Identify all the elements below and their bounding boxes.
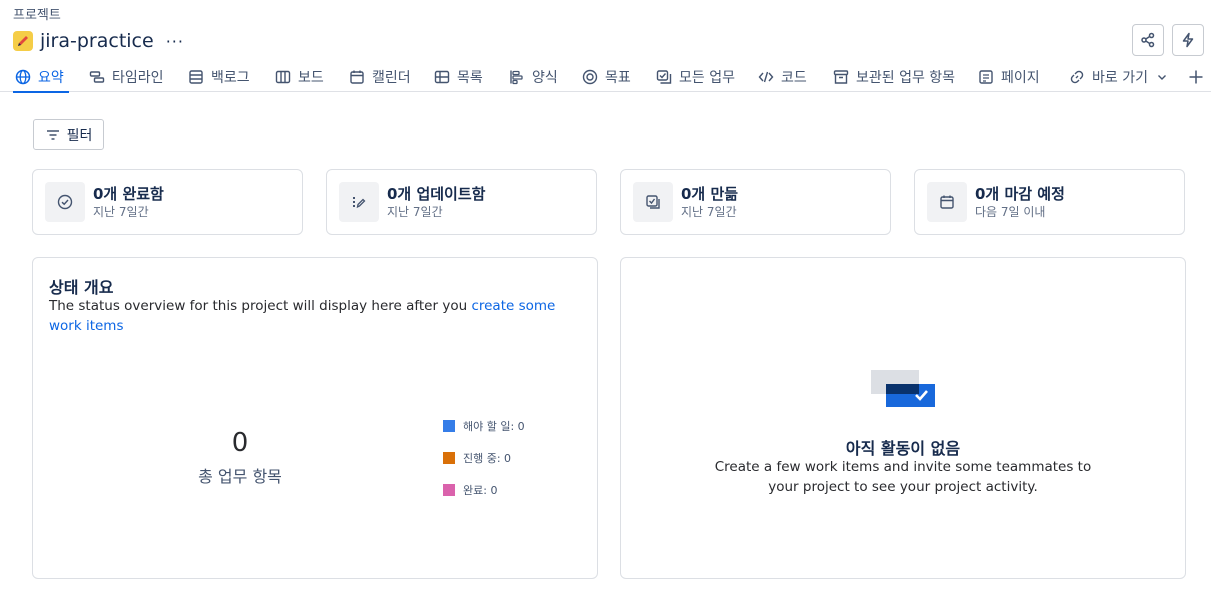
stat-card-created: 0개 만듦 지난 7일간 — [620, 169, 891, 235]
tab-archived[interactable]: 보관된 업무 항목 — [833, 62, 955, 92]
created-icon — [646, 195, 660, 209]
tab-label: 모든 업무 — [679, 70, 735, 86]
tab-shortcuts[interactable]: 바로 가기 — [1069, 62, 1175, 92]
tab-label: 캘린더 — [372, 70, 411, 86]
legend-item-in-progress: 진행 중: 0 — [443, 450, 511, 466]
tab-label: 요약 — [38, 70, 64, 86]
tab-label: 페이지 — [1001, 70, 1040, 86]
project-tabs: 요약 타임라인 백로그 보드 캘린더 목록 양식 목표 모든 업무 코드 보관된… — [0, 62, 1211, 93]
plus-icon — [1189, 70, 1203, 84]
tab-list[interactable]: 목록 — [434, 62, 483, 92]
tab-label: 목록 — [457, 70, 483, 86]
tab-pages[interactable]: 페이지 — [978, 62, 1040, 92]
board-icon — [275, 70, 291, 84]
status-overview-description: The status overview for this project wil… — [49, 296, 569, 336]
stat-card-completed: 0개 완료함 지난 7일간 — [32, 169, 303, 235]
total-work-items-label: 총 업무 항목 — [198, 467, 282, 486]
page-title: jira-practice — [40, 30, 154, 52]
archive-icon — [833, 70, 849, 84]
project-title-row: jira-practice ··· — [13, 28, 184, 54]
page-icon — [979, 70, 993, 84]
tab-label: 보드 — [298, 70, 324, 86]
tab-forms[interactable]: 양식 — [509, 62, 558, 92]
activity-empty-title: 아직 활동이 없음 — [845, 439, 961, 458]
stat-period: 다음 7일 이내 — [975, 204, 1046, 219]
status-overview-panel: 상태 개요 The status overview for this proje… — [32, 257, 598, 579]
timeline-icon — [89, 71, 105, 83]
list-icon — [434, 70, 450, 84]
project-icon — [13, 31, 33, 51]
share-icon — [1141, 32, 1155, 48]
stat-period: 지난 7일간 — [681, 204, 737, 219]
legend-label: 해야 할 일: 0 — [463, 420, 525, 433]
all-work-icon — [656, 70, 672, 84]
empty-activity-illustration — [871, 370, 935, 407]
tab-board[interactable]: 보드 — [275, 62, 324, 92]
filter-label: 필터 — [66, 127, 93, 144]
tab-label: 목표 — [605, 70, 631, 86]
calendar-icon — [940, 195, 954, 209]
stat-card-updated: 0개 업데이트함 지난 7일간 — [326, 169, 597, 235]
share-button[interactable] — [1132, 24, 1164, 56]
activity-panel: 아직 활동이 없음 Create a few work items and in… — [620, 257, 1186, 579]
more-actions-button[interactable]: ··· — [166, 32, 184, 51]
tab-summary[interactable]: 요약 — [13, 62, 69, 93]
legend-item-done: 완료: 0 — [443, 482, 497, 498]
legend-label: 완료: 0 — [463, 484, 498, 497]
link-icon — [1070, 70, 1084, 84]
globe-icon — [15, 69, 31, 85]
activity-empty-description: Create a few work items and invite some … — [714, 459, 1092, 495]
filter-button[interactable]: 필터 — [33, 119, 104, 150]
form-icon — [510, 70, 523, 85]
tab-label: 바로 가기 — [1092, 70, 1148, 86]
stat-period: 지난 7일간 — [387, 204, 443, 219]
tab-label: 백로그 — [211, 70, 250, 86]
legend-swatch — [443, 484, 455, 496]
backlog-icon — [189, 70, 203, 84]
pencil-icon — [353, 197, 366, 209]
tab-label: 양식 — [532, 70, 558, 86]
bolt-icon — [1182, 32, 1194, 48]
tab-label: 타임라인 — [112, 70, 164, 86]
tab-label: 보관된 업무 항목 — [856, 70, 956, 86]
stat-period: 지난 7일간 — [93, 204, 149, 219]
code-icon — [758, 71, 774, 83]
chevron-down-icon — [1157, 75, 1166, 80]
stat-value: 0개 완료함 — [93, 184, 164, 203]
tab-goals[interactable]: 목표 — [582, 62, 631, 92]
tab-code[interactable]: 코드 — [758, 62, 807, 92]
stat-card-due-soon: 0개 마감 예정 다음 7일 이내 — [914, 169, 1185, 235]
tab-label: 코드 — [781, 70, 807, 86]
tab-calendar[interactable]: 캘린더 — [349, 62, 411, 92]
check-circle-icon — [57, 194, 73, 210]
filter-icon — [46, 129, 59, 140]
add-tab-button[interactable] — [1188, 62, 1211, 92]
automation-button[interactable] — [1172, 24, 1204, 56]
goal-icon — [582, 69, 598, 85]
legend-swatch — [443, 420, 455, 432]
description-text: The status overview for this project wil… — [49, 298, 472, 314]
tab-timeline[interactable]: 타임라인 — [89, 62, 164, 92]
legend-item-todo: 해야 할 일: 0 — [443, 418, 525, 434]
breadcrumb[interactable]: 프로젝트 — [13, 4, 61, 23]
calendar-icon — [350, 70, 364, 84]
legend-label: 진행 중: 0 — [463, 452, 512, 465]
stat-value: 0개 업데이트함 — [387, 184, 486, 203]
status-overview-title: 상태 개요 — [49, 278, 114, 297]
total-work-items-count: 0 — [231, 428, 249, 458]
tab-backlog[interactable]: 백로그 — [188, 62, 250, 92]
stat-value: 0개 마감 예정 — [975, 184, 1065, 203]
legend-swatch — [443, 452, 455, 464]
stat-value: 0개 만듦 — [681, 184, 739, 203]
tab-all-work[interactable]: 모든 업무 — [656, 62, 735, 92]
